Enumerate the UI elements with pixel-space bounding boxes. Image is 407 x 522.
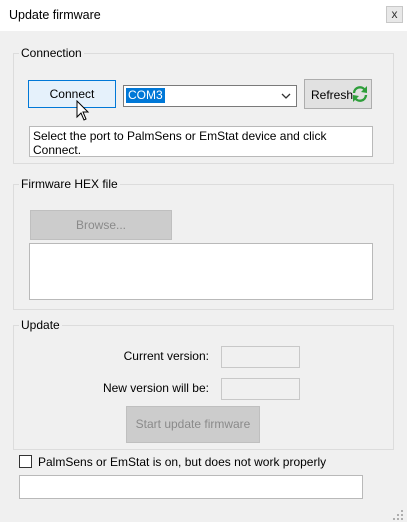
connect-button[interactable]: Connect [28, 80, 116, 108]
chevron-down-icon [281, 93, 291, 99]
malfunction-checkbox-label: PalmSens or EmStat is on, but does not w… [38, 455, 327, 469]
update-legend: Update [19, 318, 62, 332]
refresh-icon [352, 86, 368, 102]
current-version-label: Current version: [123, 349, 209, 363]
browse-button[interactable]: Browse... [30, 210, 172, 240]
current-version-field [221, 346, 300, 368]
status-box: Select the port to PalmSens or EmStat de… [29, 126, 373, 157]
window-title: Update firmware [9, 8, 101, 22]
update-firmware-window: { "window": { "title": "Update firmware"… [0, 0, 407, 522]
refresh-button-label: Refresh [311, 88, 354, 102]
firmware-legend: Firmware HEX file [19, 177, 120, 191]
port-select-value: COM3 [126, 88, 165, 103]
message-box [19, 475, 363, 499]
resize-grip-icon[interactable] [393, 508, 405, 520]
new-version-field [221, 378, 300, 400]
status-text: Select the port to PalmSens or EmStat de… [33, 129, 327, 157]
close-button[interactable]: x [386, 6, 403, 23]
malfunction-checkbox[interactable] [19, 455, 32, 468]
new-version-label: New version will be: [102, 381, 209, 395]
start-update-button[interactable]: Start update firmware [126, 406, 260, 443]
port-select[interactable]: COM3 [123, 85, 297, 107]
connection-legend: Connection [19, 46, 84, 60]
firmware-file-box [29, 243, 373, 300]
refresh-button[interactable]: Refresh [304, 79, 372, 109]
mouse-cursor-icon [76, 100, 90, 121]
